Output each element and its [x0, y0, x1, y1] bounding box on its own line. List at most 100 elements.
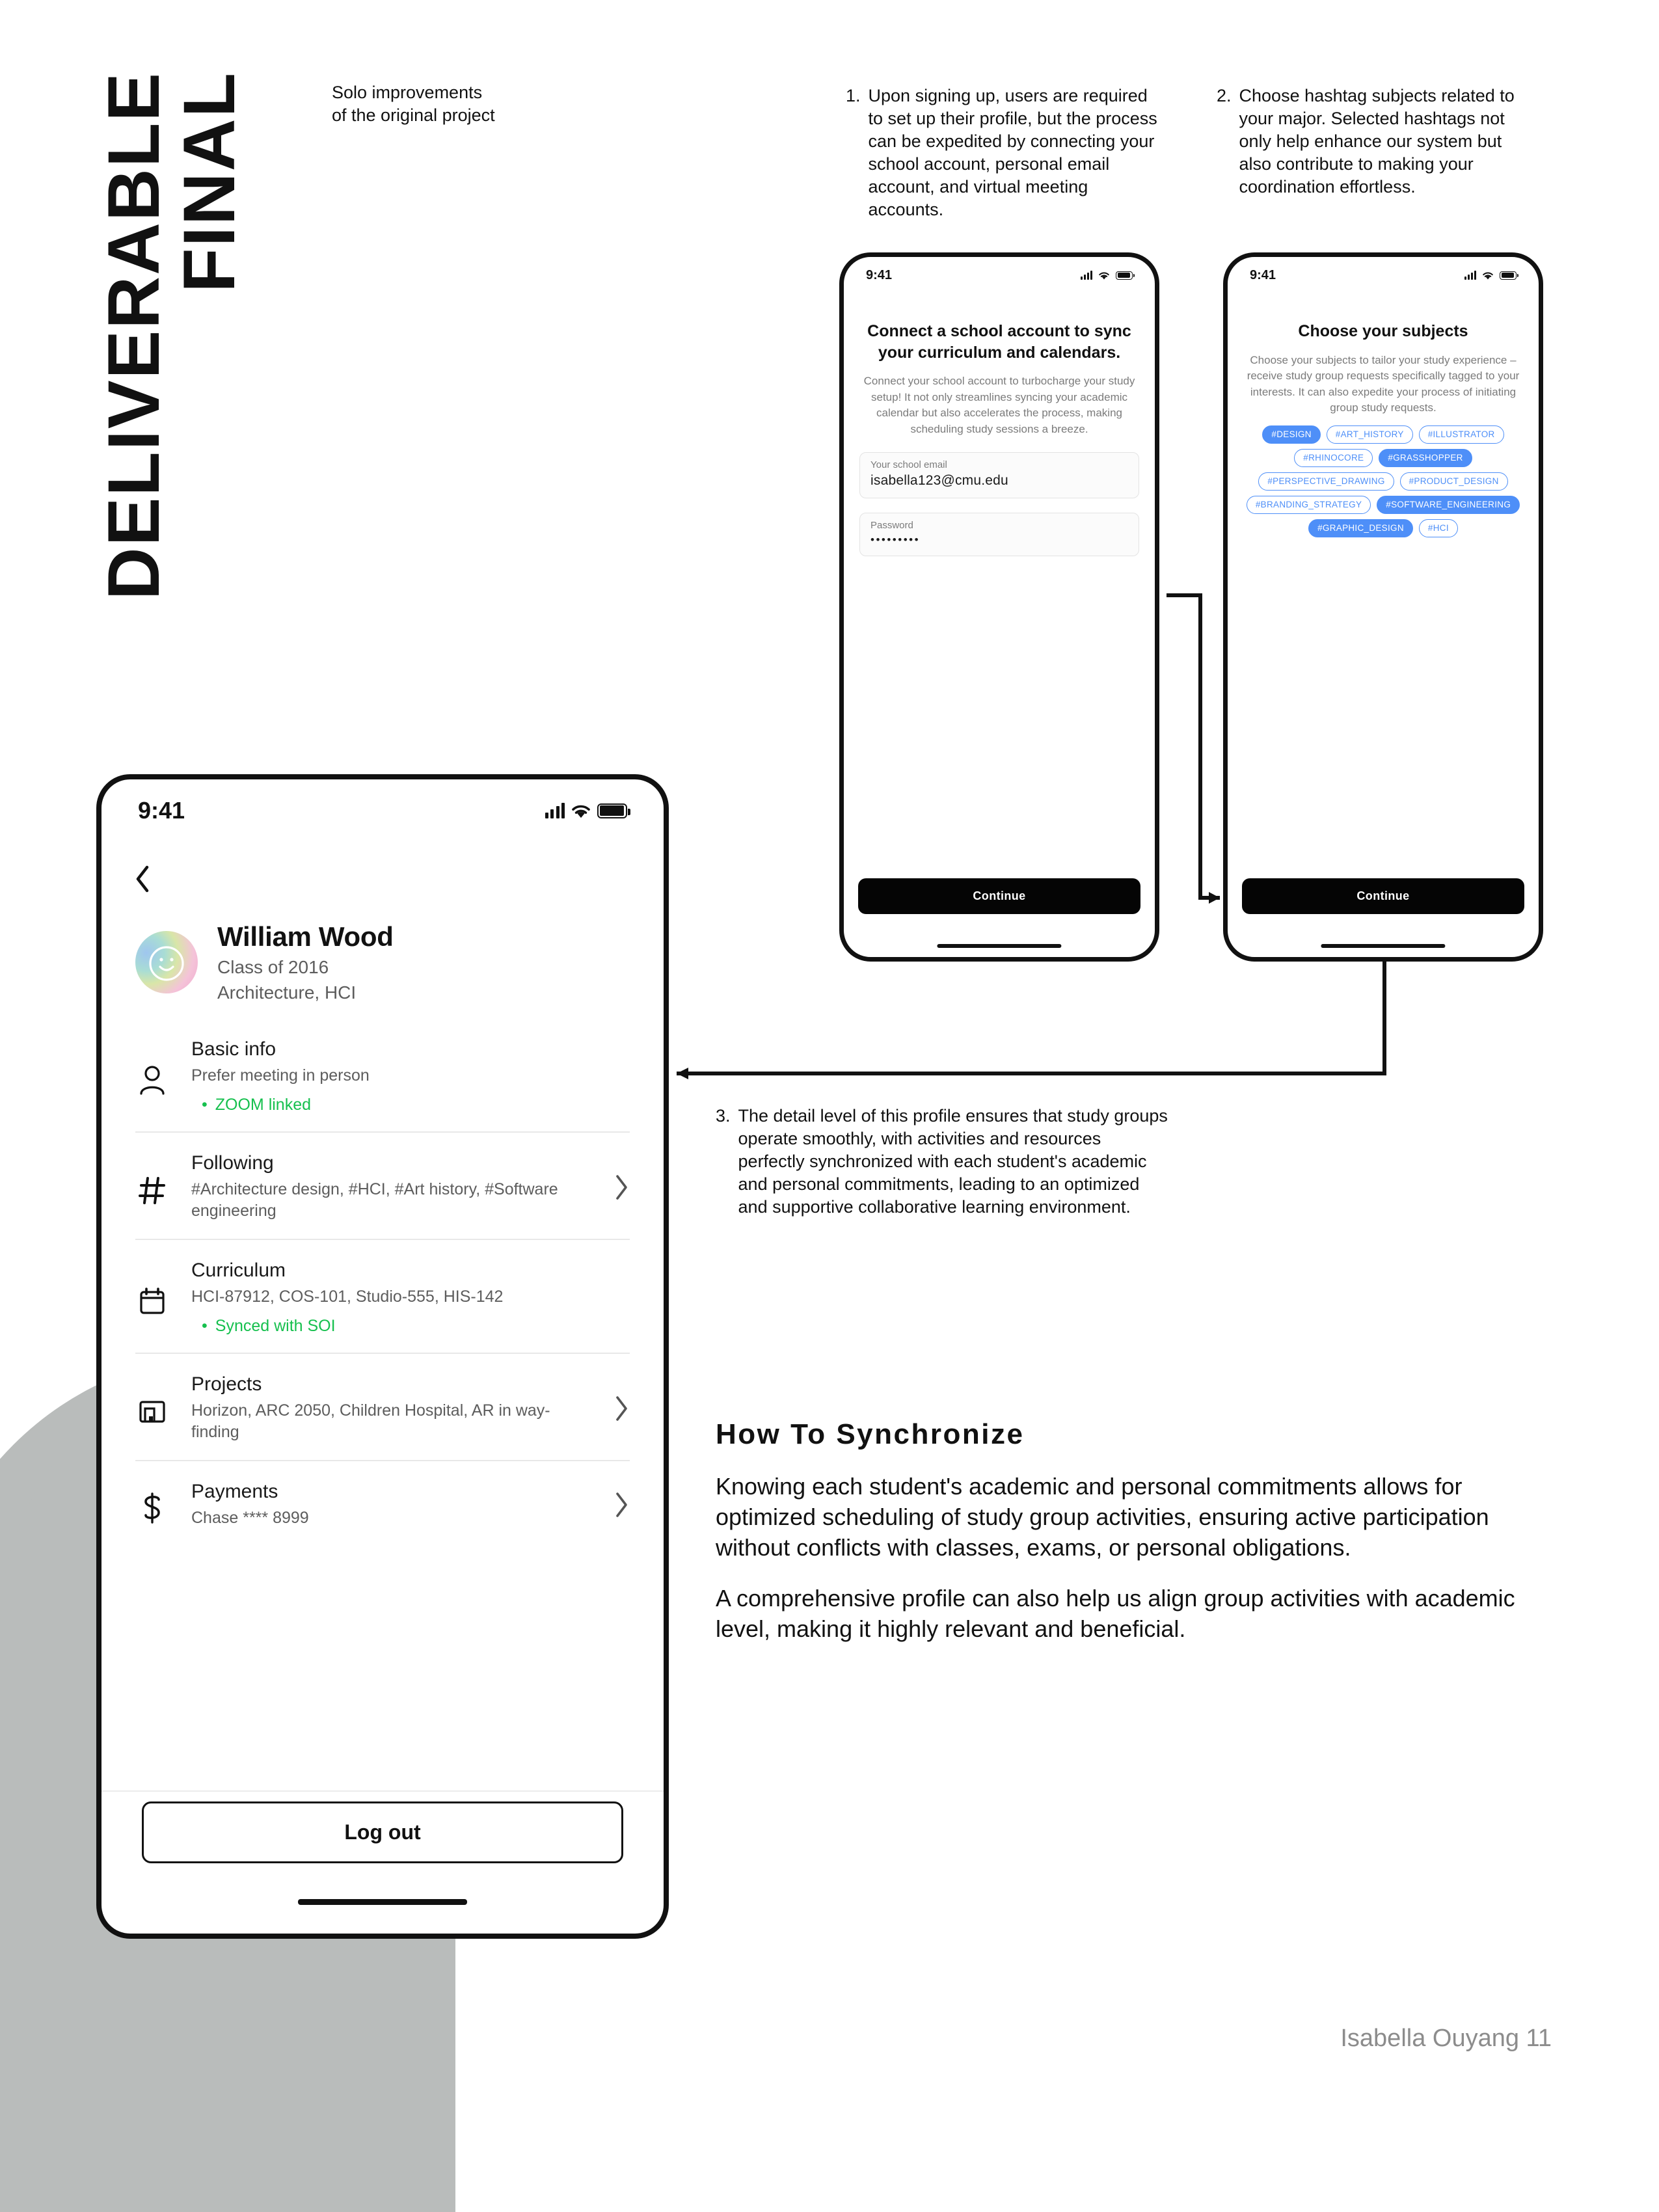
signal-icon: [1464, 271, 1476, 280]
status-bar: 9:41: [1228, 257, 1539, 293]
page-title-line2: DELIVERABLE: [93, 72, 174, 600]
profile-header: William Wood Class of 2016 Architecture,…: [135, 921, 664, 1003]
profile-row-text: Payments Chase **** 8999: [191, 1481, 591, 1529]
how-to-synchronize-section: How To Synchronize Knowing each student'…: [716, 1418, 1561, 1645]
subject-chip[interactable]: #PERSPECTIVE_DRAWING: [1258, 472, 1394, 491]
battery-icon: [597, 803, 630, 818]
profile-row-subtitle: Prefer meeting in person: [191, 1066, 370, 1085]
footer-credit: Isabella Ouyang 11: [1340, 2025, 1552, 2052]
password-field[interactable]: Password •••••••••: [859, 512, 1139, 556]
subject-chip[interactable]: #GRAPHIC_DESIGN: [1308, 519, 1413, 538]
status-time: 9:41: [138, 797, 185, 824]
projects-icon: [135, 1373, 169, 1443]
profile-row-curriculum: Curriculum HCI-87912, COS-101, Studio-555…: [135, 1260, 630, 1354]
profile-class: Class of 2016: [217, 957, 329, 977]
screen-description: Choose your subjects to tailor your stud…: [1247, 353, 1520, 414]
profile-row-title: Payments: [191, 1481, 278, 1502]
wifi-icon: [571, 803, 591, 818]
profile-row-subtitle: #Architecture design, #HCI, #Art history…: [191, 1180, 558, 1220]
home-indicator: [298, 1899, 467, 1905]
how-to-paragraph-1: Knowing each student's academic and pers…: [716, 1473, 1489, 1561]
annotation-3-text: The detail level of this profile ensures…: [738, 1106, 1168, 1217]
page-subtitle: Solo improvements of the original projec…: [332, 83, 495, 125]
page-title: DELIVERABLE FINAL: [93, 72, 250, 600]
chevron-right-icon[interactable]: [613, 1373, 630, 1443]
profile-row-following[interactable]: Following #Architecture design, #HCI, #Ar…: [135, 1152, 630, 1240]
profile-row-projects[interactable]: Projects Horizon, ARC 2050, Children Hosp…: [135, 1373, 630, 1461]
screen-title: Connect a school account to sync your cu…: [867, 322, 1131, 362]
annotation-3: 3. The detail level of this profile ensu…: [716, 1105, 1171, 1219]
profile-row-text: Curriculum HCI-87912, COS-101, Studio-555…: [191, 1260, 630, 1336]
divider: [101, 1790, 664, 1792]
profile-row-subtitle: HCI-87912, COS-101, Studio-555, HIS-142: [191, 1288, 504, 1306]
signal-icon: [1081, 271, 1092, 280]
profile-row-subtitle: Chase **** 8999: [191, 1509, 309, 1527]
page-title-line1: FINAL: [169, 72, 250, 293]
subject-chip-list: #DESIGN #ART_HISTORY #ILLUSTRATOR #RHINOCOR…: [1242, 425, 1524, 538]
annotation-2-text: Choose hashtag subjects related to your …: [1239, 86, 1515, 197]
avatar: [135, 931, 198, 993]
logout-button[interactable]: Log out: [142, 1801, 623, 1863]
password-value: •••••••••: [870, 533, 921, 546]
profile-row-text: Projects Horizon, ARC 2050, Children Hosp…: [191, 1373, 591, 1443]
phone-mockup-profile: 9:41 William Wood Class of 2016 Architec…: [96, 774, 669, 1939]
annotation-1-text: Upon signing up, users are required to s…: [868, 86, 1157, 220]
profile-name: William Wood: [217, 921, 394, 952]
phone-mockup-connect-school-account: 9:41 Connect a school account to sync yo…: [839, 252, 1159, 962]
back-button[interactable]: [128, 864, 157, 894]
subject-chip[interactable]: #RHINOCORE: [1294, 449, 1373, 468]
annotation-2-number: 2.: [1217, 86, 1232, 105]
subject-chip[interactable]: #BRANDING_STRATEGY: [1246, 496, 1371, 515]
dollar-icon: [135, 1481, 169, 1529]
subject-chip[interactable]: #ART_HISTORY: [1326, 425, 1413, 444]
continue-button[interactable]: Continue: [858, 878, 1140, 914]
annotation-1-number: 1.: [846, 86, 861, 105]
battery-icon: [1116, 271, 1135, 280]
how-to-heading: How To Synchronize: [716, 1418, 1025, 1450]
subject-chip[interactable]: #DESIGN: [1262, 425, 1321, 444]
status-time: 9:41: [866, 267, 893, 282]
subject-chip[interactable]: #PRODUCT_DESIGN: [1399, 472, 1508, 491]
profile-row-title: Following: [191, 1152, 274, 1174]
screen-description: Connect your school account to turbochar…: [863, 375, 1135, 435]
phone-mockup-choose-subjects: 9:41 Choose your subjects Choose your su…: [1223, 252, 1543, 962]
calendar-icon: [135, 1260, 169, 1336]
subject-chip[interactable]: #HCI: [1418, 519, 1458, 538]
chevron-right-icon[interactable]: [613, 1481, 630, 1529]
status-icons: [545, 803, 630, 818]
annotation-2: 2. Choose hashtag subjects related to yo…: [1217, 85, 1529, 198]
profile-row-list: Basic info Prefer meeting in person ZOOM l…: [135, 1038, 630, 1546]
school-email-label: Your school email: [870, 459, 947, 470]
status-time: 9:41: [1250, 267, 1276, 282]
annotation-3-number: 3.: [716, 1106, 731, 1126]
profile-row-basic-info: Basic info Prefer meeting in person ZOOM l…: [135, 1038, 630, 1133]
subject-chip[interactable]: #SOFTWARE_ENGINEERING: [1377, 496, 1520, 515]
school-email-value: isabella123@cmu.edu: [870, 472, 1008, 488]
profile-row-payments[interactable]: Payments Chase **** 8999: [135, 1481, 630, 1546]
status-bar: 9:41: [101, 779, 664, 842]
profile-row-text: Following #Architecture design, #HCI, #Ar…: [191, 1152, 591, 1222]
profile-row-status-badge: ZOOM linked: [191, 1096, 630, 1114]
continue-button[interactable]: Continue: [1242, 878, 1524, 914]
screen-title: Choose your subjects: [1298, 322, 1468, 340]
subject-chip[interactable]: #ILLUSTRATOR: [1418, 425, 1504, 444]
chevron-right-icon[interactable]: [613, 1152, 630, 1222]
profile-row-status-badge: Synced with SOI: [191, 1317, 630, 1336]
status-bar: 9:41: [844, 257, 1155, 293]
battery-icon: [1500, 271, 1518, 280]
signal-icon: [545, 803, 565, 818]
hash-icon: [135, 1152, 169, 1222]
annotation-1: 1. Upon signing up, users are required t…: [846, 85, 1165, 222]
profile-identity: William Wood Class of 2016 Architecture,…: [217, 921, 394, 1003]
profile-major: Architecture, HCI: [217, 982, 357, 1003]
wifi-icon: [1098, 271, 1110, 280]
home-indicator: [937, 944, 1062, 948]
person-icon: [135, 1038, 169, 1114]
subject-chip[interactable]: #GRASSHOPPER: [1379, 449, 1472, 468]
home-indicator: [1321, 944, 1446, 948]
profile-row-title: Projects: [191, 1373, 262, 1395]
wifi-icon: [1482, 271, 1494, 280]
profile-row-title: Curriculum: [191, 1260, 286, 1281]
profile-row-title: Basic info: [191, 1038, 276, 1060]
school-email-field[interactable]: Your school email isabella123@cmu.edu: [859, 452, 1139, 498]
